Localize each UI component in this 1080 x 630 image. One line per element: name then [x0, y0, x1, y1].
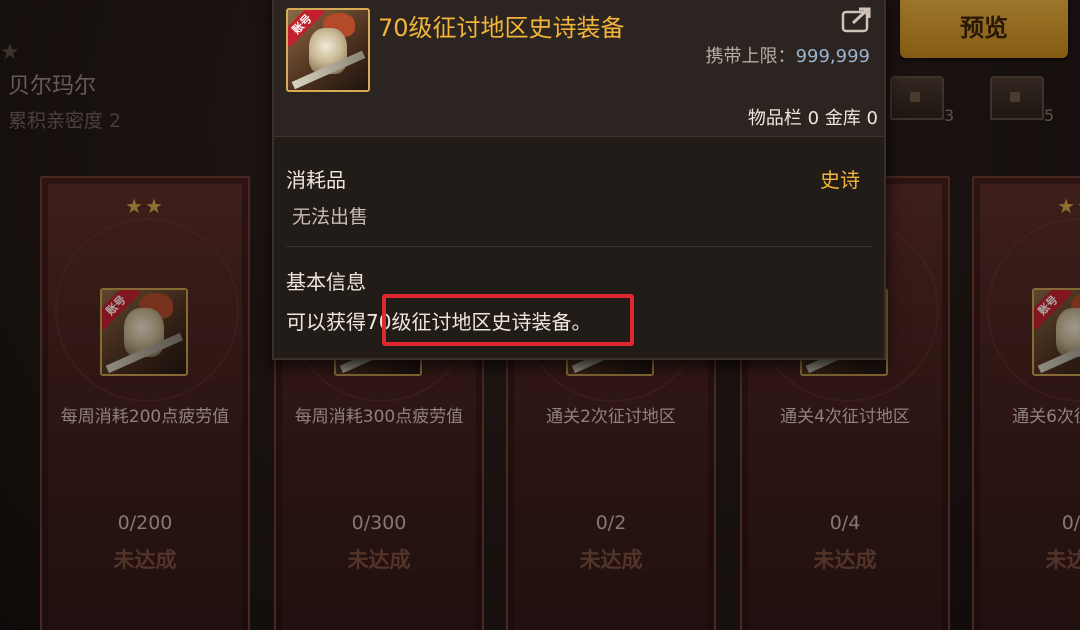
card-description: 每周消耗200点疲劳值 [60, 407, 230, 427]
card-progress: 0/200 [117, 512, 173, 534]
affinity-level: 累积亲密度 2 [8, 110, 122, 132]
item-art-icon: 账号 [288, 10, 368, 90]
chest-count: 3 [944, 106, 955, 125]
card-status: 未达成 [1045, 548, 1080, 572]
item-art-icon: 账号 [1034, 290, 1080, 374]
carry-limit-label: 携带上限： [705, 46, 796, 67]
share-icon[interactable] [840, 6, 874, 34]
item-rarity: 史诗 [820, 168, 860, 192]
card-description: 通关4次征讨地区 [780, 407, 910, 427]
card-progress: 0/6 [1061, 512, 1080, 534]
reward-item-icon[interactable]: 账号 [100, 288, 188, 376]
card-description: 通关6次征讨地区 [1012, 407, 1080, 427]
carry-limit-value: 999,999 [795, 46, 870, 67]
inventory-storage-count: 物品栏 0 金库 0 [747, 108, 878, 129]
card-status: 未达成 [347, 548, 411, 572]
card-status: 未达成 [813, 548, 877, 572]
tooltip-item-icon: 账号 [286, 8, 370, 92]
reward-card[interactable]: ★★ 账号 每周消耗200点疲劳值 0/200 未达成 [40, 176, 250, 630]
section-divider [286, 246, 872, 247]
item-title: 70级征讨地区史诗装备 [378, 14, 625, 42]
card-progress: 0/300 [351, 512, 407, 534]
carry-limit: 携带上限：999,999 [706, 42, 870, 68]
card-description: 通关2次征讨地区 [546, 407, 676, 427]
lock-icon [1010, 92, 1020, 102]
reward-chest-3[interactable] [886, 66, 944, 124]
rating-stars-icon: ★★ [125, 194, 165, 218]
lock-icon [910, 92, 920, 102]
card-progress: 0/2 [595, 512, 627, 534]
card-progress: 0/4 [829, 512, 861, 534]
rating-stars-icon: ★★ [1057, 194, 1080, 218]
sell-status: 无法出售 [292, 206, 369, 228]
reward-card[interactable]: ★★ 账号 通关6次征讨地区 0/6 未达成 [972, 176, 1080, 630]
card-status: 未达成 [113, 548, 177, 572]
game-screen: ★ 贝尔玛尔 累积亲密度 2 预览 3 5 ★★ 账号 每周消耗200点疲劳值 … [0, 0, 1080, 630]
basic-info-heading: 基本信息 [286, 270, 366, 294]
item-category: 消耗品 [286, 168, 346, 192]
card-description: 每周消耗300点疲劳值 [294, 407, 464, 427]
decor-star-icon: ★ [0, 40, 20, 65]
card-status: 未达成 [579, 548, 643, 572]
preview-button[interactable]: 预览 [900, 0, 1068, 58]
reward-item-icon[interactable]: 账号 [1032, 288, 1080, 376]
highlight-annotation-box [382, 294, 634, 346]
chest-count: 5 [1044, 106, 1055, 125]
reward-chest-5[interactable] [986, 66, 1044, 124]
item-art-icon: 账号 [102, 290, 186, 374]
character-name: 贝尔玛尔 [8, 74, 97, 99]
